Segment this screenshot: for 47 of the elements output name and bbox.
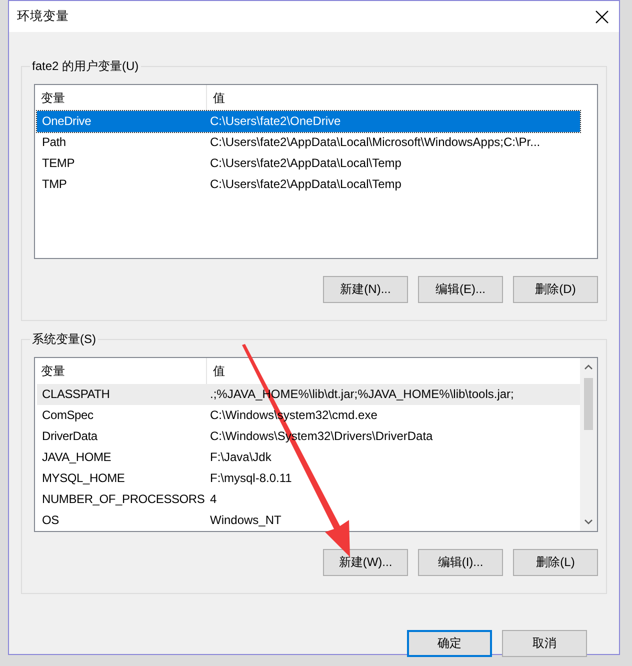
window-title: 环境变量 [17, 8, 69, 25]
list-row[interactable]: JAVA_HOME F:\Java\Jdk [37, 447, 580, 468]
dialog-button[interactable]: 编辑(E)... [418, 276, 503, 303]
dialog-button[interactable]: 新建(N)... [323, 276, 408, 303]
close-icon[interactable] [595, 10, 609, 24]
variable-name: OS [41, 512, 60, 529]
list-row[interactable]: TMP C:\Users\fate2\AppData\Local\Temp [37, 174, 580, 195]
dialog-button[interactable]: 取消 [502, 630, 587, 657]
scroll-up-icon[interactable] [584, 364, 593, 370]
variable-name: TEMP [41, 155, 76, 172]
scroll-down-icon[interactable] [584, 519, 593, 525]
variable-value: C:\Users\fate2\OneDrive [209, 113, 342, 130]
variable-value: F:\Java\Jdk [209, 449, 272, 466]
list-row[interactable]: NUMBER_OF_PROCESSORS 4 [37, 489, 580, 510]
variable-name: DriverData [41, 428, 98, 445]
variable-value: C:\Users\fate2\AppData\Local\Temp [209, 155, 402, 172]
scrollbar[interactable] [580, 358, 597, 531]
variable-value: 4 [209, 491, 218, 508]
scrollbar-thumb[interactable] [584, 378, 593, 430]
list-row[interactable]: TEMP C:\Users\fate2\AppData\Local\Temp [37, 153, 580, 174]
variable-name: NUMBER_OF_PROCESSORS [41, 491, 205, 508]
variable-name: OneDrive [41, 113, 92, 130]
variable-value: Windows_NT [209, 512, 282, 529]
group-title: 系统变量(S) [30, 331, 98, 348]
group-title: fate2 的用户变量(U) [30, 58, 141, 75]
list-row[interactable]: Path C:\Users\fate2\AppData\Local\Microsoft\WindowsApps;C:\Pr... [37, 132, 580, 153]
column-header[interactable]: 值 [213, 364, 225, 378]
variable-value: C:\Users\fate2\AppData\Local\Temp [209, 176, 402, 193]
variable-name: CLASSPATH [41, 386, 111, 403]
variable-name: Path [41, 134, 67, 151]
variable-list[interactable]: 变量 值 OneDrive C:\Users\fate2\OneDrive Path C:\Users\fate2\AppData\Local\Microsoft\WindowsApps;C:\Pr... TEMP C:\Users\fate2\AppData\Local\Temp TMP C:\Users\fate2\AppData\Local\Temp [34, 84, 598, 259]
dialog-button[interactable]: 删除(D) [513, 276, 598, 303]
dialog-button[interactable]: 确定 [407, 630, 492, 657]
variable-name: MYSQL_HOME [41, 470, 126, 487]
list-row[interactable]: OS Windows_NT [37, 510, 580, 531]
dialog-button[interactable]: 删除(L) [513, 549, 598, 576]
list-row[interactable]: OneDrive C:\Users\fate2\OneDrive [37, 111, 580, 132]
variable-list[interactable] [34, 357, 598, 532]
variable-value: C:\Users\fate2\AppData\Local\Microsoft\WindowsApps;C:\Pr... [209, 134, 542, 151]
variable-value: F:\mysql-8.0.11 [209, 470, 293, 487]
variable-name: TMP [41, 176, 68, 193]
list-row[interactable]: MYSQL_HOME F:\mysql-8.0.11 [37, 468, 580, 489]
column-header[interactable]: 值 [213, 91, 225, 105]
variable-name: ComSpec [41, 407, 94, 424]
variable-name: JAVA_HOME [41, 449, 112, 466]
dialog-button[interactable]: 新建(W)... [323, 549, 408, 576]
dialog-button[interactable]: 编辑(I)... [418, 549, 503, 576]
